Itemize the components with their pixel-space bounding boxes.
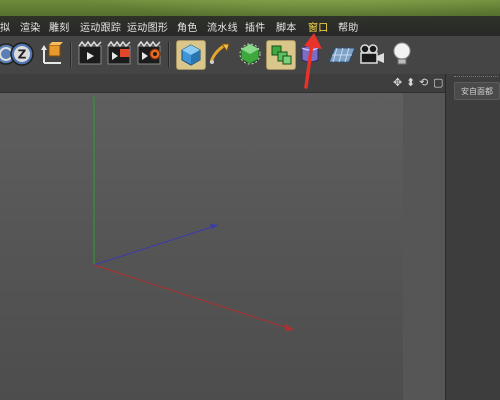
z-axis-line	[93, 224, 219, 266]
right-panel: 安自面都	[445, 74, 500, 400]
panel-button[interactable]: 安自面都	[454, 82, 500, 100]
x-axis-line	[93, 264, 295, 331]
annotation-arrow	[304, 33, 322, 89]
x-axis-arrowhead	[285, 324, 294, 331]
z-axis-arrowhead	[210, 224, 218, 229]
world-axes	[93, 96, 295, 331]
panel-grip[interactable]	[454, 76, 498, 80]
